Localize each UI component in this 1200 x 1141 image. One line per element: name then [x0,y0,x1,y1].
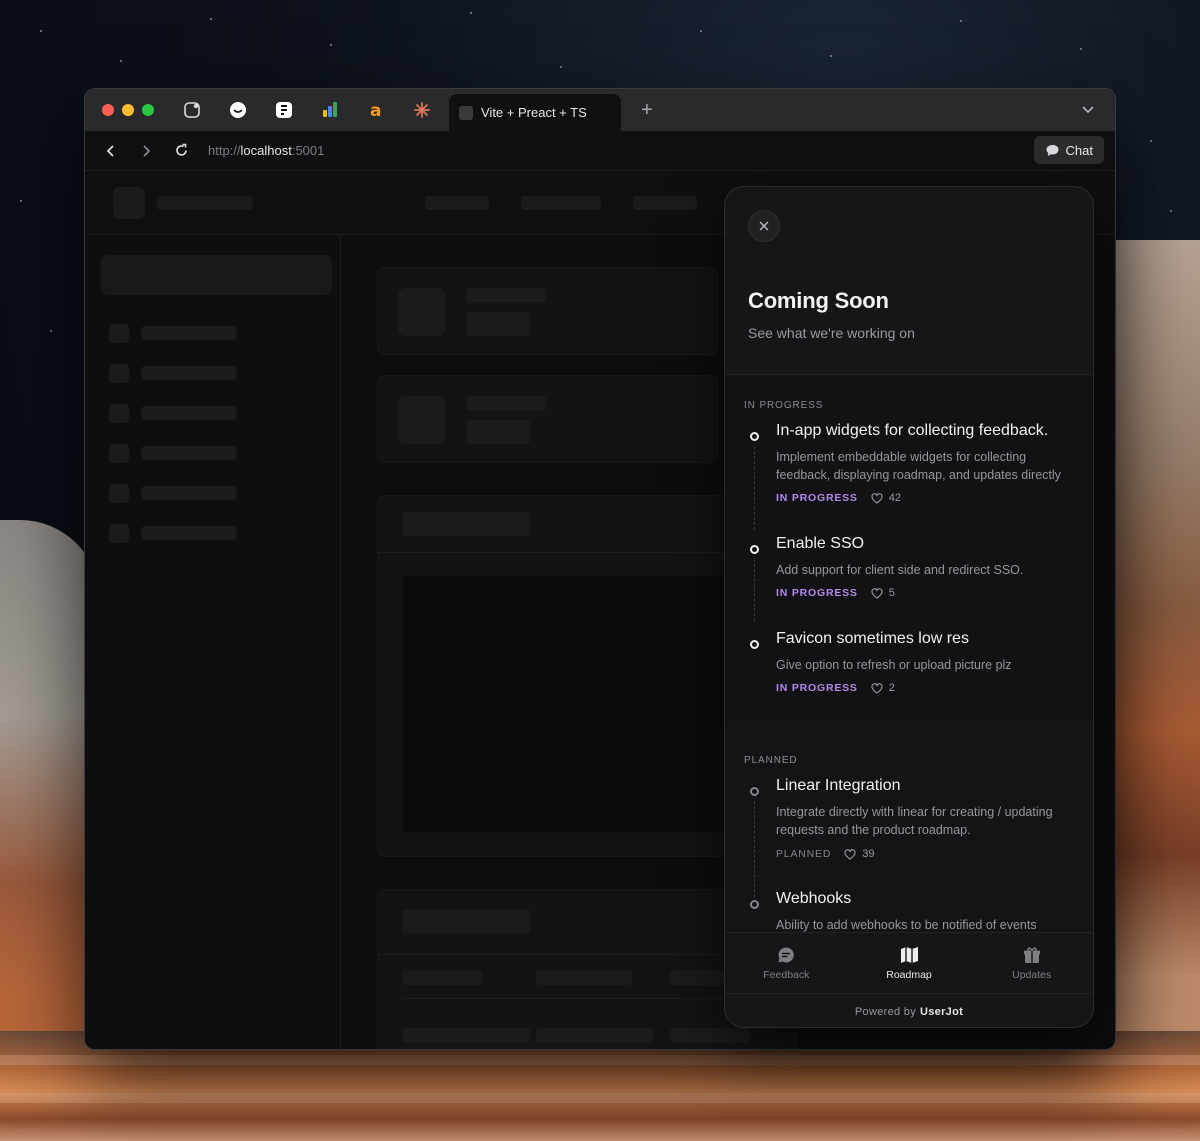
widget-header: Coming Soon See what we're working on [725,187,1093,375]
heart-icon [844,848,856,860]
app-sidebar-skeleton [85,235,341,1049]
item-meta: IN PROGRESS 42 [776,492,901,504]
section-label-in-progress: IN PROGRESS [744,400,824,411]
item-title: Enable SSO [776,535,865,552]
nav-label: Feedback [763,968,810,981]
favicon-icon [459,105,473,120]
chat-bubble-icon [778,946,795,962]
widget-nav: Feedback Roadmap Updates [725,932,1093,994]
status-badge: IN PROGRESS [776,682,858,694]
heart-icon [871,492,883,504]
item-title: Linear Integration [776,777,901,794]
item-description: Implement embeddable widgets for collect… [776,450,1061,482]
item-title: In-app widgets for collecting feedback. [776,422,1049,439]
gift-icon [1023,947,1040,963]
pinned-tab-analytics-icon[interactable] [318,98,342,122]
skeleton-card [377,375,718,463]
timeline-line [754,446,755,530]
map-icon [900,946,918,963]
status-dot-icon [750,432,759,441]
item-description: Ability to add webhooks to be notified o… [776,918,1037,932]
pinned-tab-chat-bubble-icon[interactable] [226,98,250,122]
url-field[interactable]: http://localhost:5001 [208,143,324,158]
vote-button[interactable]: 5 [871,587,895,599]
zoom-window-button[interactable] [142,104,154,116]
new-tab-button[interactable]: + [641,100,653,120]
nav-label: Updates [1012,968,1052,981]
back-arrow-icon[interactable] [102,142,120,160]
roadmap-list[interactable]: IN PROGRESS In-app widgets for collectin… [725,376,1093,932]
vote-button[interactable]: 2 [871,682,895,694]
chat-bubble-icon [1046,144,1059,156]
timeline-line [754,801,755,897]
reload-icon[interactable] [172,142,190,160]
tab-title: Vite + Preact + TS [481,105,587,120]
status-dot-icon [750,640,759,649]
nav-updates[interactable]: Updates [970,933,1093,993]
heart-icon [871,587,883,599]
status-badge: PLANNED [776,848,832,860]
pinned-tab-app-icon[interactable] [180,98,204,122]
heart-icon [871,682,883,694]
tab-list-chevron-icon[interactable] [1081,102,1095,121]
vote-button[interactable]: 39 [844,848,874,860]
pinned-tabs: a [180,98,434,122]
nav-label: Roadmap [886,968,932,981]
url-host: localhost [240,143,292,158]
chat-button[interactable]: Chat [1033,136,1104,164]
window-controls [102,104,154,116]
section-label-planned: PLANNED [744,755,798,766]
item-title: Favicon sometimes low res [776,630,969,647]
status-dot-icon [750,787,759,796]
powered-brand: UserJot [920,1005,964,1018]
vote-count: 39 [862,848,875,860]
timeline-line [754,559,755,621]
close-button[interactable] [748,210,780,242]
roadmap-widget: Coming Soon See what we're working on IN… [724,186,1094,1028]
svg-text:a: a [370,101,381,119]
nav-roadmap[interactable]: Roadmap [848,933,971,993]
url-port: :5001 [291,143,325,158]
item-meta: IN PROGRESS 5 [776,587,895,599]
status-dot-icon [750,900,759,909]
item-meta: IN PROGRESS 2 [776,682,895,694]
status-dot-icon [750,545,759,554]
powered-prefix: Powered by [854,1005,917,1018]
tab-bar: a Vite + Preact + TS + [85,89,1115,131]
pinned-tab-amazon-icon[interactable]: a [364,98,388,122]
item-description: Add support for client side and redirect… [776,563,1024,577]
status-badge: IN PROGRESS [776,587,858,599]
minimize-window-button[interactable] [122,104,134,116]
url-scheme: http:// [208,143,241,158]
vote-count: 2 [888,682,895,694]
status-badge: IN PROGRESS [776,492,858,504]
close-icon [759,221,769,231]
item-meta: PLANNED 39 [776,848,874,860]
item-description: Give option to refresh or upload picture… [776,658,1012,672]
powered-by[interactable]: Powered by UserJot [725,994,1093,1027]
skeleton-card [377,267,718,355]
nav-feedback[interactable]: Feedback [725,933,848,993]
item-description: Integrate directly with linear for creat… [776,805,1053,837]
item-title: Webhooks [776,890,852,907]
widget-title: Coming Soon [748,288,889,313]
address-bar: http://localhost:5001 Chat [85,131,1115,171]
vote-count: 42 [888,492,901,504]
vote-count: 5 [888,587,895,599]
vote-button[interactable]: 42 [871,492,901,504]
forward-arrow-icon[interactable] [137,142,155,160]
pinned-tab-claude-icon[interactable] [410,98,434,122]
pinned-tab-figma-icon[interactable] [272,98,296,122]
close-window-button[interactable] [102,104,114,116]
chat-label: Chat [1065,142,1093,158]
tab-active[interactable]: Vite + Preact + TS [449,94,621,131]
widget-subtitle: See what we're working on [748,325,915,341]
